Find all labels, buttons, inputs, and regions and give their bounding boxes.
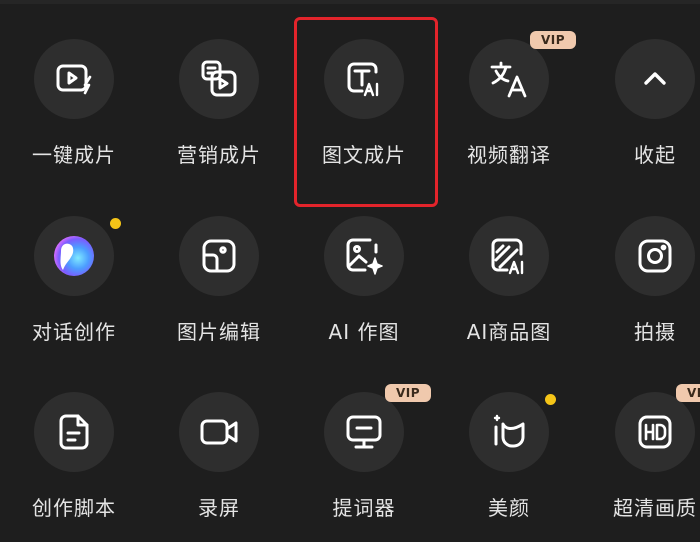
tool-label: 收起: [634, 143, 676, 167]
tool-text-to-video[interactable]: 图文成片: [304, 39, 424, 189]
tool-script[interactable]: 创作脚本: [14, 392, 134, 542]
tool-label: 视频翻译: [467, 143, 551, 167]
tool-label: 美颜: [488, 496, 530, 520]
tool-label: AI商品图: [466, 320, 552, 344]
ai-product-icon: [491, 238, 524, 275]
chevron-up-icon: [644, 72, 666, 85]
translate-icon: [490, 61, 527, 98]
document-icon: [59, 414, 89, 450]
video-lightning-icon: [56, 64, 92, 95]
tool-circle: [179, 392, 259, 472]
tool-circle: [324, 392, 404, 472]
notification-dot: [110, 218, 121, 229]
tool-label: 一键成片: [32, 143, 116, 167]
screen-record-icon: [200, 419, 238, 445]
top-edge: [0, 0, 700, 4]
tool-label: 拍摄: [634, 320, 676, 344]
tool-grid: 一键成片 营销成片 图文成片 VIP 视频翻译 收起 对话创作 图片编辑 AI …: [0, 0, 700, 540]
tool-circle: [34, 392, 114, 472]
tool-circle: [324, 216, 404, 296]
tool-circle: [469, 392, 549, 472]
tool-circle: [469, 216, 549, 296]
tool-circle: [615, 39, 695, 119]
tool-video-translate[interactable]: VIP 视频翻译: [449, 31, 576, 189]
image-edit-icon: [202, 239, 236, 273]
tool-circle: [469, 39, 549, 119]
tool-screen-record[interactable]: 录屏: [159, 392, 279, 542]
tool-label: 图片编辑: [177, 320, 261, 344]
tool-ai-draw[interactable]: AI 作图: [304, 216, 424, 366]
tool-label: 图文成片: [322, 143, 406, 167]
tool-label: 超清画质: [613, 496, 697, 520]
text-ai-icon: [347, 62, 379, 97]
tool-beauty[interactable]: 美颜: [449, 392, 569, 542]
vip-badge: VIP: [676, 384, 700, 402]
tool-label: 营销成片: [177, 143, 261, 167]
chat-orb-icon: [54, 236, 94, 276]
tool-capture[interactable]: 拍摄: [595, 216, 700, 366]
notification-dot: [545, 394, 556, 405]
tool-label: 创作脚本: [32, 496, 116, 520]
marketing-video-icon: [201, 60, 237, 97]
camera-icon: [638, 239, 672, 273]
tool-teleprompter[interactable]: VIP 提词器: [304, 384, 431, 542]
tool-circle: [34, 216, 114, 296]
tool-circle: [34, 39, 114, 119]
tool-one-click-video[interactable]: 一键成片: [14, 39, 134, 189]
tool-collapse[interactable]: 收起: [595, 39, 700, 189]
tool-hd-enhance[interactable]: VIP 超清画质: [595, 384, 700, 542]
tool-label: AI 作图: [328, 320, 400, 344]
tool-ai-product-image[interactable]: AI商品图: [449, 216, 569, 366]
tool-marketing-video[interactable]: 营销成片: [159, 39, 279, 189]
image-sparkle-icon: [346, 238, 383, 275]
tool-circle: [324, 39, 404, 119]
beauty-face-icon: [493, 414, 525, 448]
vip-badge: VIP: [530, 31, 576, 49]
tool-label: 录屏: [198, 496, 240, 520]
vip-badge: VIP: [385, 384, 431, 402]
tool-label: 提词器: [332, 496, 396, 520]
hd-icon: [638, 415, 672, 449]
tool-label: 对话创作: [32, 320, 116, 344]
tool-circle: [615, 216, 695, 296]
tool-circle: [179, 216, 259, 296]
tool-circle: [179, 39, 259, 119]
tool-image-edit[interactable]: 图片编辑: [159, 216, 279, 366]
tool-chat-create[interactable]: 对话创作: [14, 216, 134, 366]
teleprompter-icon: [346, 415, 382, 449]
tool-circle: [615, 392, 695, 472]
